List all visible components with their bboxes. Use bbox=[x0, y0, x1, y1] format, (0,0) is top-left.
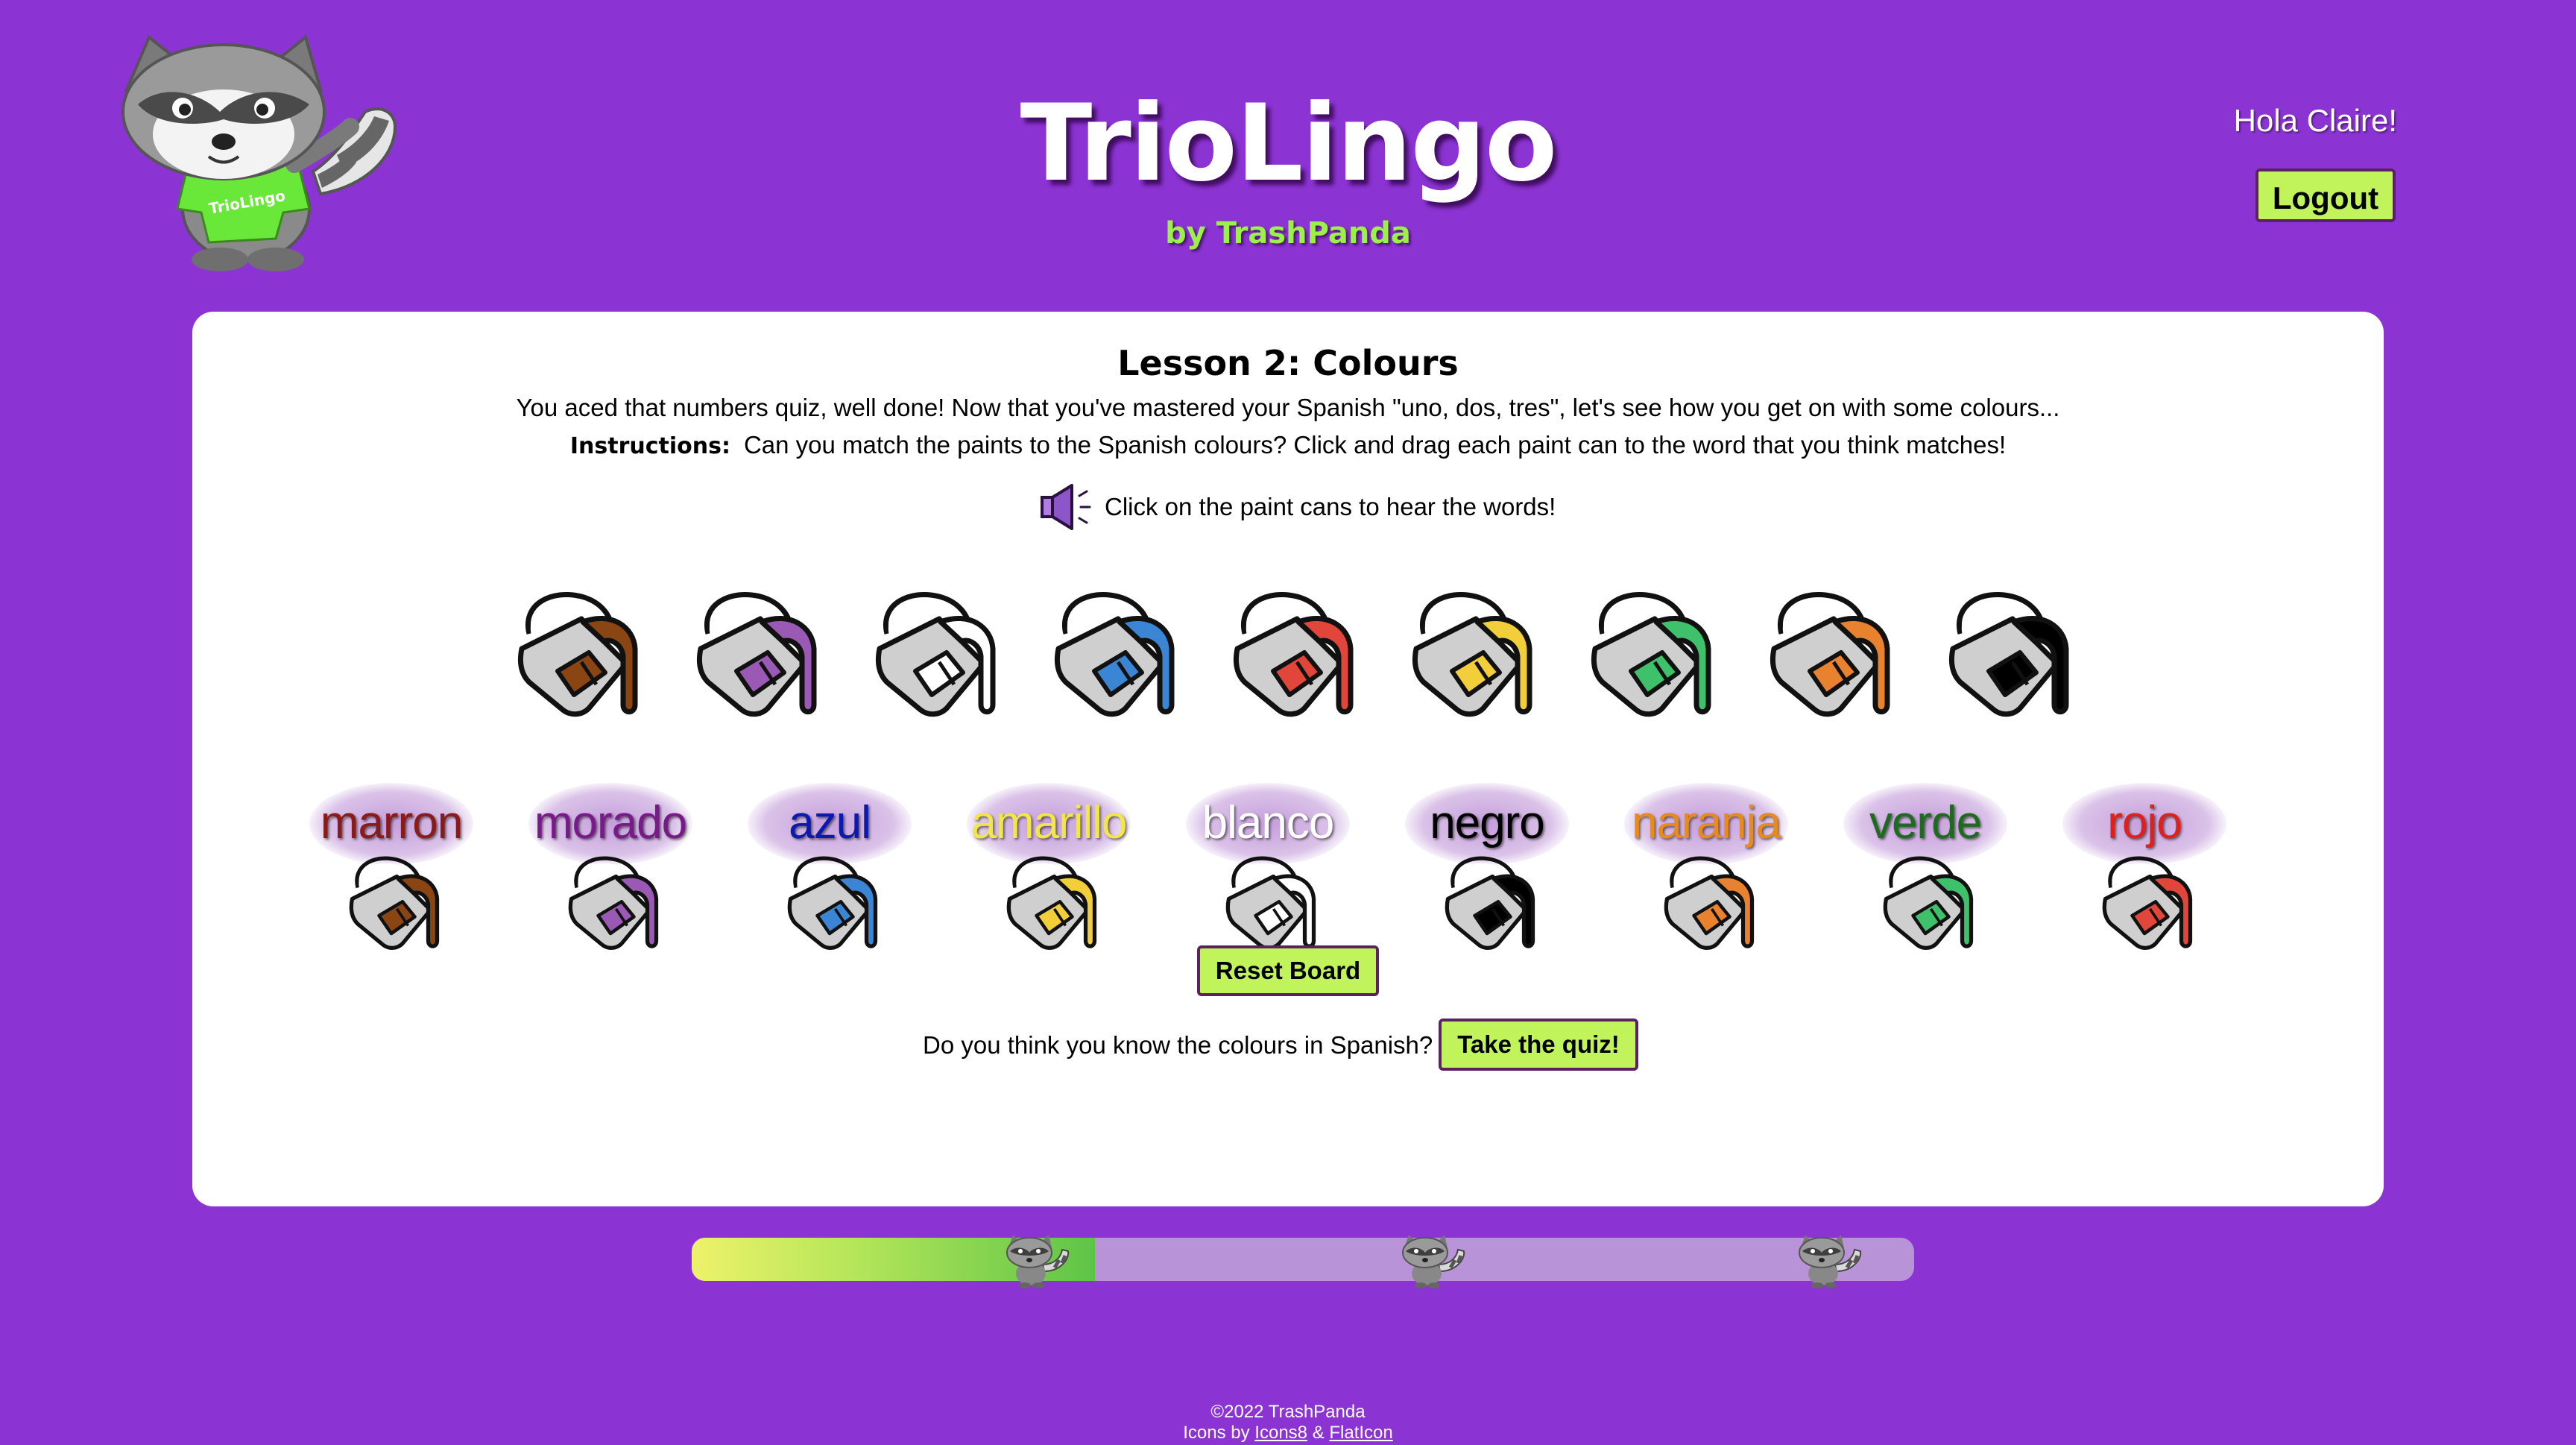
take-quiz-button[interactable]: Take the quiz! bbox=[1439, 1019, 1638, 1071]
paint-can-icon bbox=[696, 591, 817, 717]
color-word-slot-naranja[interactable]: naranja bbox=[1620, 783, 1792, 950]
color-word-slot-negro[interactable]: negro bbox=[1401, 783, 1573, 950]
paint-can-icon bbox=[1225, 856, 1316, 950]
color-word-slot-blanco[interactable]: blanco bbox=[1182, 783, 1354, 950]
instructions-label: Instructions: bbox=[569, 433, 730, 459]
icons8-link[interactable]: Icons8 bbox=[1254, 1423, 1307, 1443]
paint-can-icon bbox=[1412, 591, 1532, 717]
color-word-slot-verde[interactable]: verde bbox=[1840, 783, 2011, 950]
paint-can-icon bbox=[1770, 591, 1890, 717]
audio-hint-text: Click on the paint cans to hear the word… bbox=[1105, 493, 1556, 520]
color-word-label: azul bbox=[789, 797, 871, 849]
paint-can-icon bbox=[1006, 856, 1097, 950]
paint-can-icon bbox=[1054, 591, 1175, 717]
color-word-label: blanco bbox=[1202, 797, 1335, 849]
paint-can-blue[interactable] bbox=[1036, 582, 1185, 731]
color-word-slot-rojo[interactable]: rojo bbox=[2059, 783, 2230, 950]
color-word-label: naranja bbox=[1632, 797, 1781, 849]
paint-can-icon bbox=[875, 591, 996, 717]
paint-can-brown[interactable] bbox=[499, 582, 648, 731]
footer: ©2022 TrashPanda Icons by Icons8 & FlatI… bbox=[0, 1402, 2576, 1444]
paint-can-icon bbox=[568, 856, 659, 950]
paint-can-icon bbox=[349, 856, 440, 950]
color-word-slot-amarillo[interactable]: amarillo bbox=[963, 783, 1134, 950]
user-greeting: Hola Claire! bbox=[2233, 103, 2397, 138]
credits-amp: & bbox=[1312, 1423, 1325, 1443]
paint-can-icon bbox=[1445, 856, 1535, 950]
app-subtitle: by TrashPanda bbox=[1165, 216, 1411, 251]
audio-hint: Click on the paint cans to hear the word… bbox=[1036, 477, 1556, 537]
paint-can-icon bbox=[1664, 856, 1755, 950]
paint-can-icon bbox=[1591, 591, 1711, 717]
raccoon-milestone-icon bbox=[1000, 1230, 1071, 1290]
color-word-label: rojo bbox=[2107, 797, 2182, 849]
quiz-prompt: Do you think you know the colours in Spa… bbox=[923, 1031, 1433, 1059]
raccoon-milestone-icon bbox=[1792, 1230, 1863, 1290]
color-word-label: verde bbox=[1869, 797, 1982, 849]
paint-can-white[interactable] bbox=[857, 582, 1006, 731]
paint-can-red[interactable] bbox=[1215, 582, 1364, 731]
logout-button[interactable]: Logout bbox=[2255, 169, 2396, 222]
footer-copyright: ©2022 TrashPanda bbox=[1210, 1402, 1366, 1422]
lesson-intro: You aced that numbers quiz, well done! N… bbox=[516, 394, 2060, 421]
raccoon-milestone-icon bbox=[1395, 1230, 1467, 1290]
paint-can-icon bbox=[517, 591, 638, 717]
flaticon-link[interactable]: FlatIcon bbox=[1329, 1423, 1392, 1443]
instructions-text: Can you match the paints to the Spanish … bbox=[743, 431, 2007, 459]
speaker-icon bbox=[1041, 484, 1091, 530]
color-word-label: morado bbox=[534, 797, 687, 849]
color-word-slot-marron[interactable]: marron bbox=[306, 783, 477, 950]
paint-can-purple[interactable] bbox=[678, 582, 827, 731]
paint-can-yellow[interactable] bbox=[1394, 582, 1543, 731]
credits-prefix: Icons by bbox=[1183, 1423, 1250, 1443]
app-title: TrioLingo bbox=[1020, 82, 1558, 205]
lesson-instructions: Instructions: Can you match the paints to… bbox=[0, 431, 2576, 459]
paint-can-black[interactable] bbox=[1931, 582, 2080, 731]
color-word-slot-morado[interactable]: morado bbox=[525, 783, 696, 950]
lesson-progress-bar bbox=[692, 1238, 1914, 1281]
paint-can-orange[interactable] bbox=[1752, 582, 1901, 731]
color-word-label: negro bbox=[1430, 797, 1545, 849]
paint-can-icon bbox=[787, 856, 878, 950]
paint-can-icon bbox=[1233, 591, 1354, 717]
paint-can-icon bbox=[2102, 856, 2193, 950]
paint-can-green[interactable] bbox=[1573, 582, 1722, 731]
color-word-label: amarillo bbox=[970, 797, 1127, 849]
color-word-label: marron bbox=[320, 797, 463, 849]
lesson-title: Lesson 2: Colours bbox=[1117, 343, 1459, 383]
paint-can-icon bbox=[1883, 856, 1974, 950]
paint-can-icon bbox=[1948, 591, 2069, 717]
footer-credits: Icons by Icons8 & FlatIcon bbox=[0, 1423, 2576, 1444]
reset-board-button[interactable]: Reset Board bbox=[1197, 945, 1379, 996]
color-word-slot-azul[interactable]: azul bbox=[744, 783, 915, 950]
